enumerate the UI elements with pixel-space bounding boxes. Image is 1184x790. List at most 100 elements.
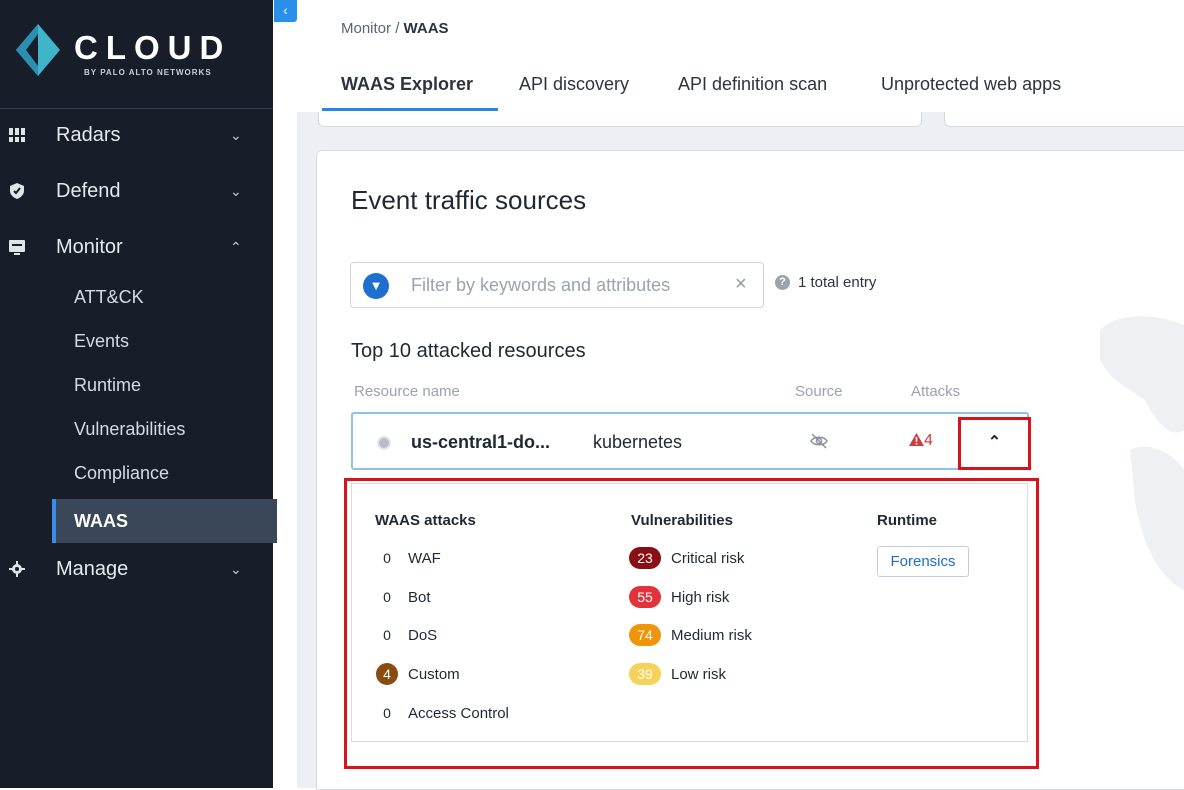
shield-icon <box>10 183 24 199</box>
resource-type: kubernetes <box>593 432 683 452</box>
filter-input[interactable] <box>409 269 723 301</box>
stat-label: Medium risk <box>671 626 752 644</box>
stat-dos: 0 DoS <box>376 623 437 647</box>
attacks-count-value: 4 <box>924 432 933 449</box>
sidebar-subitem-waas[interactable]: WAAS <box>52 499 277 543</box>
warning-icon <box>909 433 924 446</box>
sidebar-item-monitor[interactable]: Monitor ⌃ <box>0 227 273 267</box>
status-icon <box>377 436 391 450</box>
close-icon[interactable]: × <box>735 273 747 296</box>
sidebar-item-defend[interactable]: Defend ⌄ <box>0 171 273 211</box>
forensics-button[interactable]: Forensics <box>877 546 969 577</box>
summary-card <box>944 112 1184 127</box>
tab-unprotected-web-apps[interactable]: Unprotected web apps <box>881 60 1061 112</box>
sidebar-subitem-label: ATT&CK <box>74 286 144 307</box>
sidebar-item-radars[interactable]: Radars ⌄ <box>0 115 273 155</box>
stat-label: High risk <box>671 588 730 606</box>
monitor-icon <box>9 240 25 255</box>
count-badge: 23 <box>629 547 661 569</box>
sidebar-divider <box>0 108 273 109</box>
stat-high-risk[interactable]: 55 High risk <box>629 585 729 609</box>
resource-name: us-central1-do... <box>411 432 551 452</box>
sidebar: CLOUD BY PALO ALTO NETWORKS Radars ⌄ Def… <box>0 0 277 788</box>
sidebar-subitem-compliance[interactable]: Compliance <box>56 455 273 491</box>
count-badge: 55 <box>629 586 661 608</box>
tab-api-discovery[interactable]: API discovery <box>519 60 629 112</box>
breadcrumb-parent[interactable]: Monitor <box>341 20 391 37</box>
count-badge: 0 <box>383 705 391 721</box>
stat-label: Critical risk <box>671 549 745 567</box>
breadcrumb-current: WAAS <box>403 20 449 37</box>
stat-label: Access Control <box>408 704 509 722</box>
column-header-source: Source <box>795 383 843 400</box>
count-badge: 74 <box>629 624 661 646</box>
collapse-sidebar-button[interactable]: ‹ <box>274 0 297 22</box>
count-badge: 0 <box>383 627 391 643</box>
logo[interactable]: CLOUD BY PALO ALTO NETWORKS <box>16 24 256 84</box>
column-header-attacks: Attacks <box>911 383 961 400</box>
stat-bot: 0 Bot <box>376 585 431 609</box>
logo-mark-icon <box>16 24 60 76</box>
stat-label: WAF <box>408 549 441 567</box>
logo-subtitle: BY PALO ALTO NETWORKS <box>84 68 212 77</box>
stat-waf: 0 WAF <box>376 546 441 570</box>
count-badge: 0 <box>383 550 391 566</box>
sidebar-subitem-label: Events <box>74 330 130 351</box>
sidebar-subitem-label: WAAS <box>74 510 128 531</box>
sidebar-item-label: Manage <box>56 557 129 580</box>
tab-waas-explorer[interactable]: WAAS Explorer <box>341 60 473 112</box>
sidebar-item-label: Radars <box>56 123 121 146</box>
chevron-down-icon: ⌄ <box>230 182 242 199</box>
sidebar-item-manage[interactable]: Manage ⌄ <box>0 549 273 589</box>
help-icon[interactable]: ? <box>775 275 790 290</box>
stat-label: Bot <box>408 588 431 606</box>
stat-custom[interactable]: 4 Custom <box>376 662 460 686</box>
collapse-row-button[interactable]: ⌃ <box>958 417 1031 470</box>
entry-count-text: 1 total entry <box>798 274 877 291</box>
sidebar-subitem-vulnerabilities[interactable]: Vulnerabilities <box>56 411 273 447</box>
source-hidden-icon <box>809 432 829 455</box>
count-badge: 0 <box>383 589 391 605</box>
tab-api-definition-scan[interactable]: API definition scan <box>678 60 827 112</box>
attacks-count: 4 <box>909 432 933 450</box>
active-tab-indicator <box>322 108 498 111</box>
radar-icon <box>9 128 25 142</box>
waas-attacks-title: WAAS attacks <box>375 512 476 529</box>
stat-medium-risk[interactable]: 74 Medium risk <box>629 623 752 647</box>
runtime-title: Runtime <box>877 512 937 529</box>
chevron-up-icon: ⌃ <box>230 238 242 255</box>
stat-critical-risk[interactable]: 23 Critical risk <box>629 546 744 570</box>
entry-count: ? 1 total entry <box>775 274 876 291</box>
gear-icon <box>9 561 25 577</box>
breadcrumb-separator: / <box>391 20 404 37</box>
chevron-down-icon: ⌄ <box>230 126 242 143</box>
count-badge: 39 <box>629 663 661 685</box>
stat-low-risk[interactable]: 39 Low risk <box>629 662 726 686</box>
vulnerabilities-title: Vulnerabilities <box>631 512 733 529</box>
breadcrumb: Monitor / WAAS <box>341 20 449 37</box>
filter-icon[interactable]: ▼ <box>363 273 389 299</box>
chevron-down-icon: ⌄ <box>230 560 242 577</box>
summary-card <box>318 112 922 127</box>
sidebar-subitem-label: Compliance <box>74 462 170 483</box>
stat-label: Low risk <box>671 665 727 683</box>
stat-access-control: 0 Access Control <box>376 701 509 725</box>
stat-label: Custom <box>408 665 460 683</box>
sidebar-subitem-label: Runtime <box>74 374 142 395</box>
sidebar-subitem-attack[interactable]: ATT&CK <box>56 279 273 315</box>
table-row[interactable]: us-central1-do... kubernetes 4 <box>351 412 1029 470</box>
sidebar-subitem-label: Vulnerabilities <box>74 418 186 439</box>
world-map-graphic <box>1100 316 1184 590</box>
sidebar-item-label: Monitor <box>56 235 123 258</box>
sidebar-subitem-runtime[interactable]: Runtime <box>56 367 273 403</box>
stat-label: DoS <box>408 626 438 644</box>
chevron-up-icon: ⌃ <box>987 434 1002 451</box>
sidebar-subitem-events[interactable]: Events <box>56 323 273 359</box>
section-title: Top 10 attacked resources <box>351 340 586 362</box>
count-badge: 4 <box>376 663 398 685</box>
sidebar-item-label: Defend <box>56 179 121 202</box>
logo-text: CLOUD <box>74 29 232 66</box>
column-header-resource-name: Resource name <box>354 383 460 400</box>
card-title: Event traffic sources <box>351 185 587 215</box>
filter-box: ▼ × <box>350 262 764 308</box>
